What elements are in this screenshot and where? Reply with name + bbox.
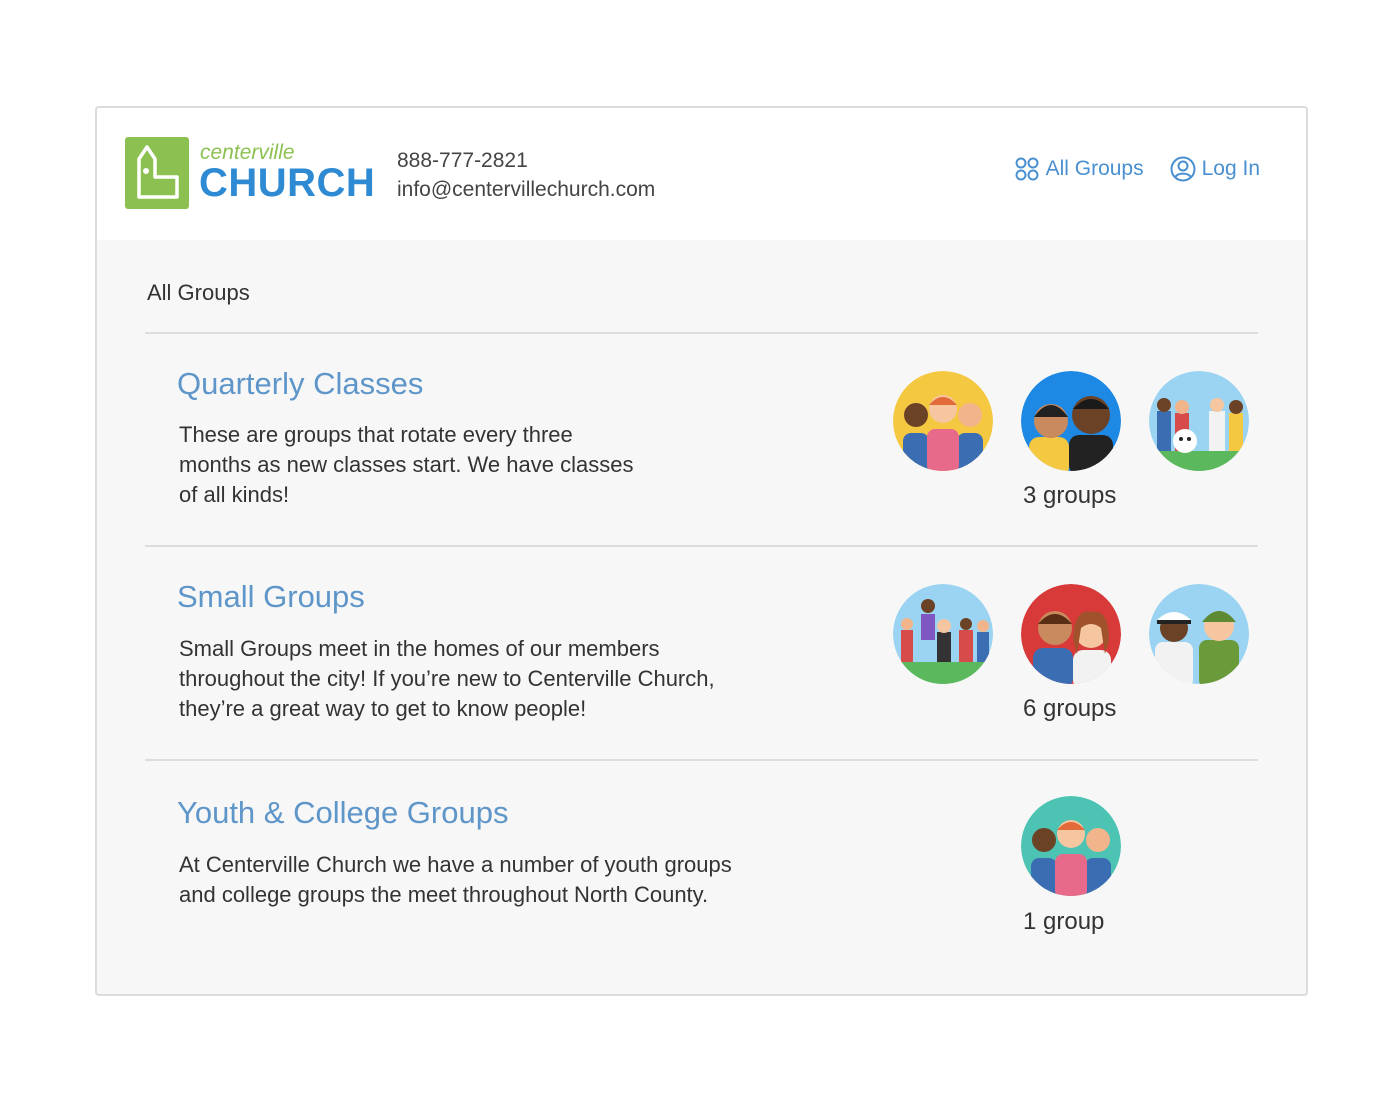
groups-icon: [1015, 157, 1039, 181]
group-description: At Centerville Church we have a number o…: [179, 852, 732, 907]
group-count: 1 group: [1023, 908, 1105, 935]
group-description: These are groups that rotate every three…: [179, 422, 634, 507]
group-count: 6 groups: [1023, 695, 1117, 722]
phone-number: 888-777-2821: [397, 149, 528, 172]
group-description: Small Groups meet in the homes of our me…: [179, 636, 715, 721]
nav-all-groups[interactable]: All Groups: [1014, 156, 1144, 182]
group-category-row: Small Groups Small Groups meet in the ho…: [145, 545, 1258, 759]
group-title-small-groups[interactable]: Small Groups: [177, 579, 365, 615]
contact-info: 888-777-2821 info@centervillechurch.com: [397, 146, 655, 204]
group-title-youth-college[interactable]: Youth & College Groups: [177, 795, 508, 831]
church-logo[interactable]: centerville CHURCH: [125, 137, 385, 211]
group-title-quarterly-classes[interactable]: Quarterly Classes: [177, 366, 423, 402]
group-count: 3 groups: [1023, 482, 1117, 509]
nav-log-in[interactable]: Log In: [1170, 156, 1260, 182]
group-avatar[interactable]: [1149, 584, 1249, 684]
group-avatars: [893, 584, 1249, 684]
nav-log-in-label: Log In: [1201, 157, 1260, 180]
group-category-row: Youth & College Groups At Centerville Ch…: [145, 759, 1258, 989]
group-avatar[interactable]: [1021, 796, 1121, 896]
church-icon: [125, 137, 189, 209]
group-avatars: [893, 371, 1249, 471]
site-header: centerville CHURCH 888-777-2821 info@cen…: [97, 108, 1306, 240]
group-category-list: Quarterly Classes These are groups that …: [145, 332, 1258, 989]
group-avatar[interactable]: [1021, 584, 1121, 684]
logo-text-big: CHURCH: [199, 161, 376, 205]
group-avatar[interactable]: [893, 584, 993, 684]
group-category-row: Quarterly Classes These are groups that …: [145, 332, 1258, 545]
nav-all-groups-label: All Groups: [1045, 157, 1144, 180]
email-address: info@centervillechurch.com: [397, 178, 656, 201]
group-avatar[interactable]: [1021, 371, 1121, 471]
app-frame: centerville CHURCH 888-777-2821 info@cen…: [95, 106, 1308, 996]
group-avatars: [1021, 796, 1121, 896]
user-icon: [1170, 156, 1196, 182]
group-avatar[interactable]: [1149, 371, 1249, 471]
group-avatar[interactable]: [893, 371, 993, 471]
page-title: All Groups: [147, 280, 250, 305]
top-nav: All Groups Log In: [1014, 156, 1260, 182]
